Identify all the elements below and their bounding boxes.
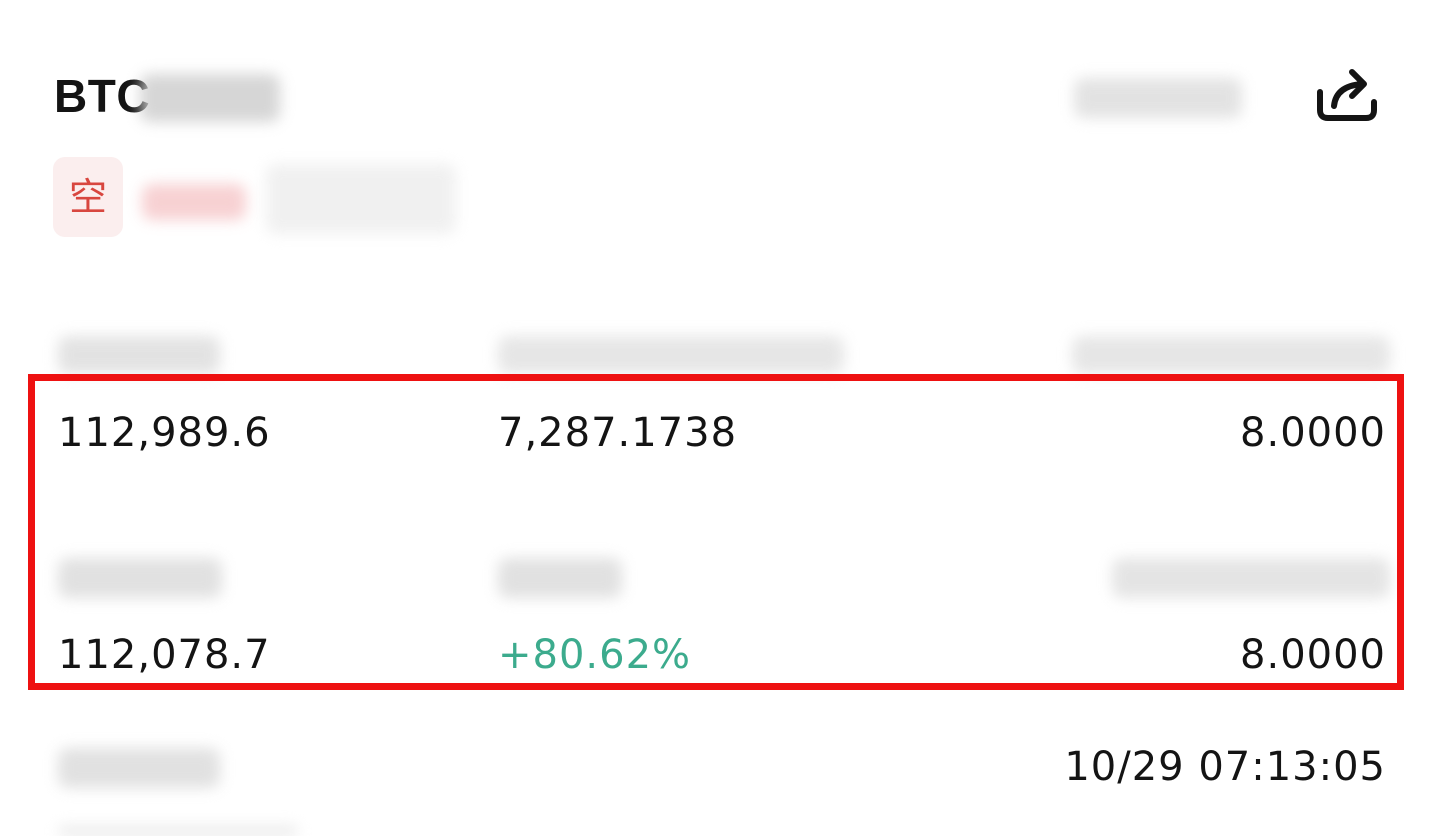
margin-mode-tag-redacted: [266, 164, 456, 234]
highlight-box: [28, 374, 1404, 690]
short-side-tag: 空: [53, 157, 123, 237]
amount-label-redacted: [498, 336, 844, 374]
leverage-tag-redacted: [142, 184, 246, 220]
open-time-label-redacted: [58, 748, 220, 788]
share-icon: [1317, 69, 1377, 121]
max-size-label-redacted: [1072, 336, 1390, 374]
symbol-title: BTC: [54, 70, 151, 122]
entry-price-label-redacted: [58, 336, 220, 374]
next-row-label-redacted: [58, 826, 298, 836]
symbol-suffix-redacted: [140, 74, 280, 122]
share-button[interactable]: [1306, 60, 1388, 130]
header-info-redacted: [1074, 78, 1242, 118]
open-time-value: 10/29 07:13:05: [1064, 744, 1386, 790]
